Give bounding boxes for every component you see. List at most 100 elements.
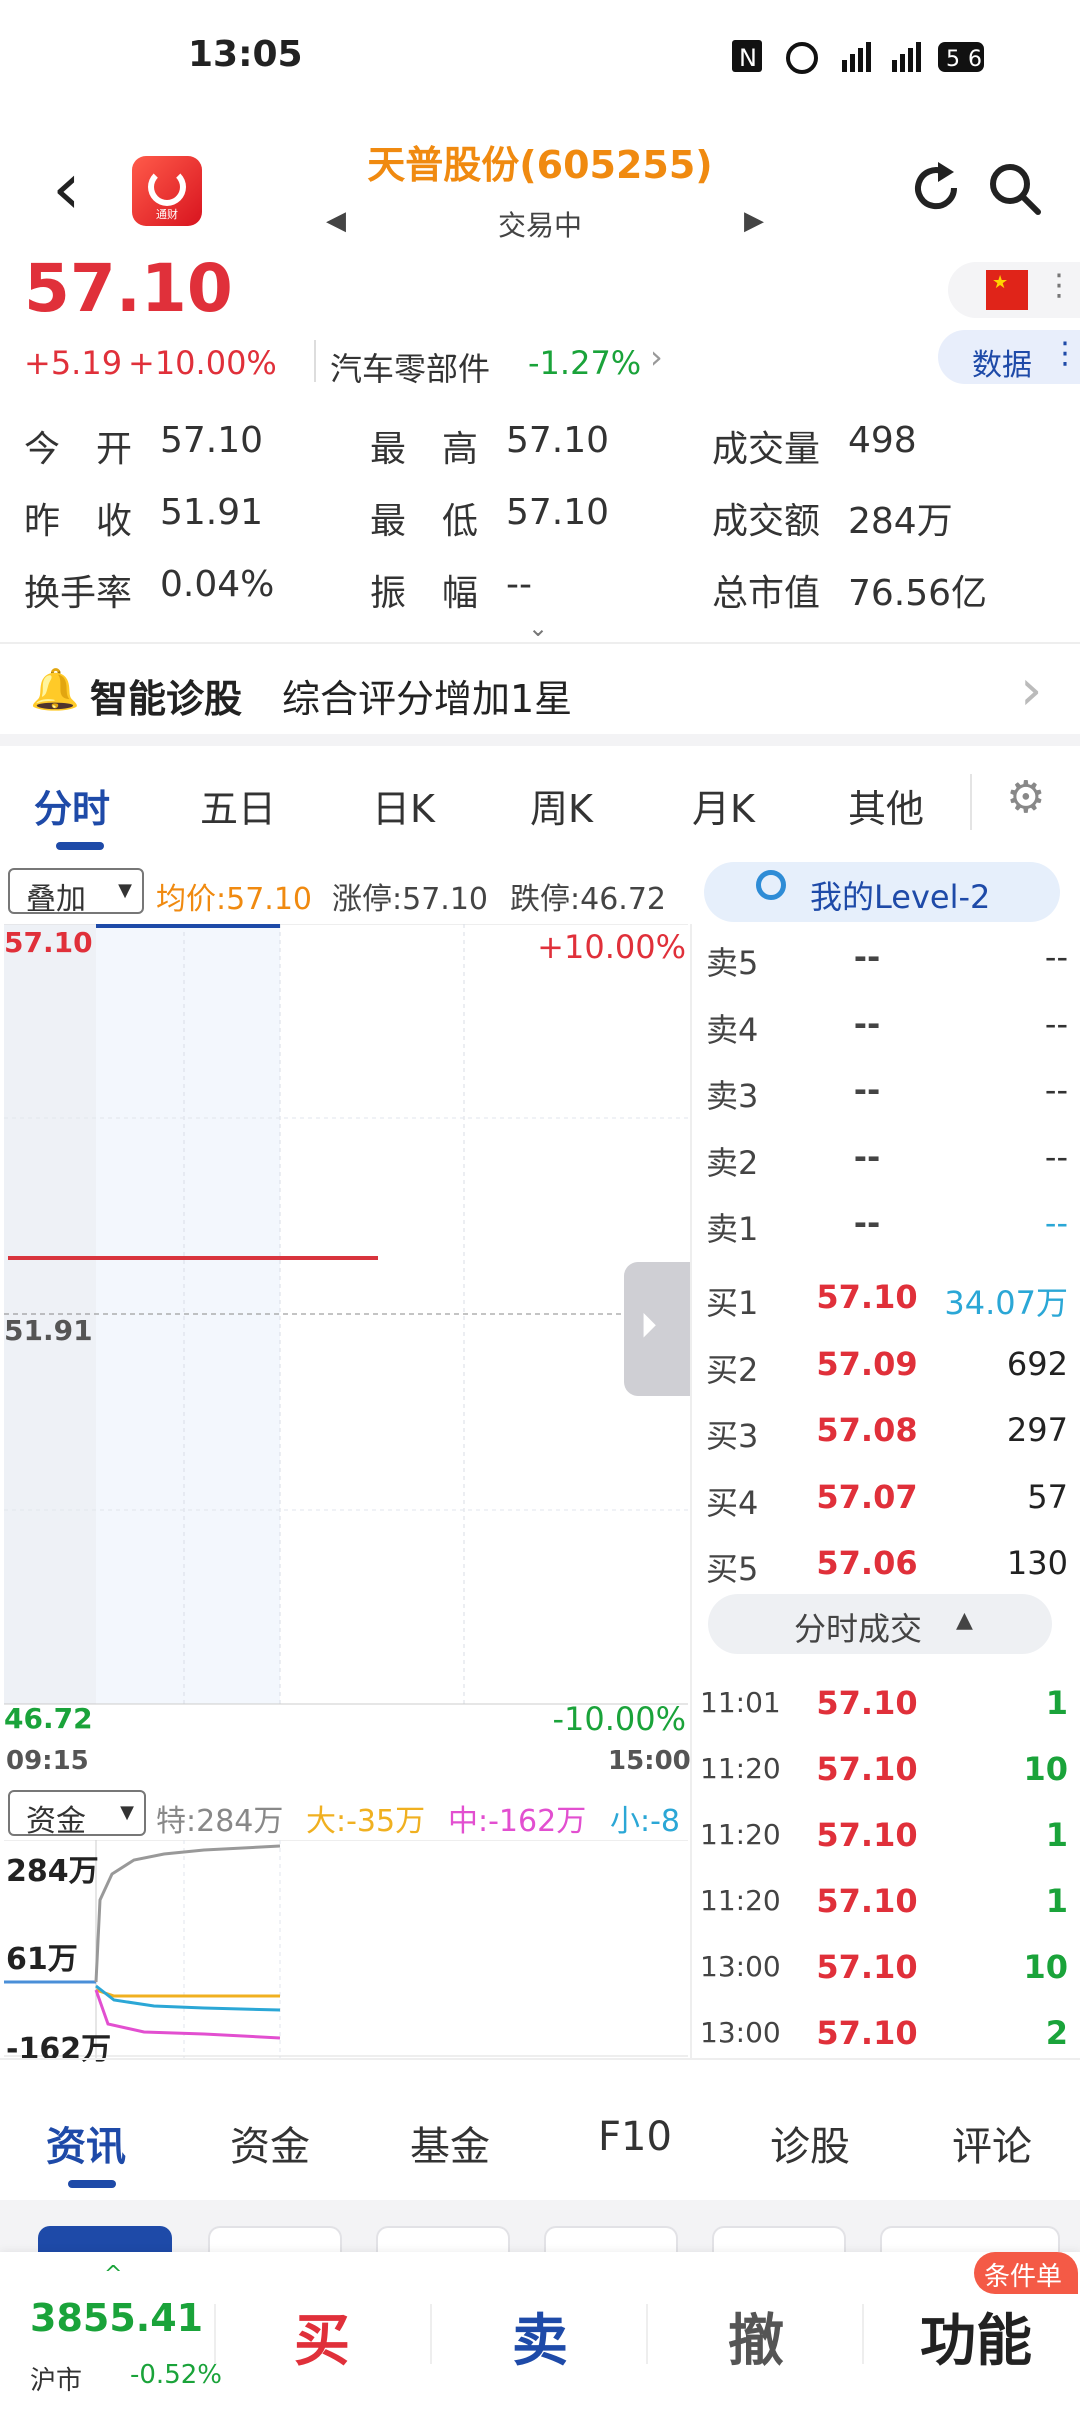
price-axis-low: 46.72 — [4, 1702, 93, 1735]
tab-news[interactable]: 资讯 — [46, 2114, 126, 2172]
trade-volume: 1 — [1045, 1882, 1068, 1920]
level2-icon — [756, 870, 786, 900]
tab-intraday[interactable]: 分时 — [34, 778, 110, 833]
collapse-panel-handle[interactable]: ⏵ — [624, 1262, 690, 1396]
tab-weekly-k[interactable]: 周K — [530, 778, 593, 833]
smart-diagnosis-banner[interactable]: 🔔 智能诊股 综合评分增加1星 › — [0, 650, 1080, 732]
price-axis-mid: 51.91 — [4, 1314, 93, 1347]
tab-funds[interactable]: 资金 — [230, 2114, 310, 2172]
tab-monthly-k[interactable]: 月K — [692, 778, 755, 833]
fund-axis-high: 284万 — [6, 1854, 99, 1889]
next-stock-icon[interactable]: ▶ — [744, 206, 764, 236]
ob-price: 57.07 — [816, 1477, 918, 1516]
ob-level: 卖3 — [706, 1077, 759, 1115]
search-icon[interactable] — [986, 160, 1042, 216]
more-vertical-icon[interactable]: ⋮ — [1044, 268, 1074, 303]
stat-label: 振 幅 — [370, 573, 479, 614]
ask-row[interactable]: 卖5 -- -- — [692, 924, 1080, 990]
stat-label: 最 低 — [370, 501, 479, 542]
data-button[interactable]: 数据 ⋮ — [938, 330, 1080, 384]
ob-price: -- — [853, 938, 881, 976]
conditional-order-badge[interactable]: 条件单 — [974, 2252, 1078, 2294]
back-arrow-icon[interactable]: ‹ — [52, 152, 81, 224]
diagnosis-title: 智能诊股 — [90, 677, 243, 721]
bid-row[interactable]: 买3 57.08 297 — [692, 1397, 1080, 1463]
ob-volume: 130 — [1006, 1544, 1068, 1582]
info-tabs: 资讯 资金 基金 F10 诊股 评论 — [0, 2058, 1080, 2200]
function-button[interactable]: 功能 — [920, 2296, 1032, 2377]
ob-volume: -- — [1044, 938, 1068, 976]
intraday-chart[interactable] — [4, 924, 688, 1736]
stock-title: 天普股份(605255) — [367, 143, 713, 187]
trade-time: 11:20 — [700, 1818, 781, 1851]
status-signal-icon: N 56 — [732, 40, 984, 74]
trade-volume: 1 — [1045, 1816, 1068, 1854]
divider — [970, 774, 972, 830]
sector-link[interactable]: 汽车零部件 — [330, 344, 490, 390]
time-axis-end: 15:00 — [608, 1746, 691, 1776]
index-value[interactable]: 3855.41 — [30, 2296, 203, 2340]
ob-level: 卖1 — [706, 1210, 759, 1248]
tab-f10[interactable]: F10 — [598, 2114, 672, 2160]
caret-up-icon[interactable]: ^ — [104, 2262, 122, 2287]
tab-daily-k[interactable]: 日K — [372, 778, 435, 833]
trade-time: 11:20 — [700, 1752, 781, 1785]
cancel-order-button[interactable]: 撤 — [728, 2296, 784, 2377]
stat-label: 最 高 — [370, 429, 479, 470]
trade-row: 11:20 57.10 1 — [692, 1868, 1080, 1934]
ob-price: -- — [853, 1004, 881, 1043]
refresh-icon[interactable] — [908, 160, 964, 216]
chevron-right-icon[interactable]: › — [650, 338, 663, 376]
status-time: 13:05 — [188, 34, 303, 75]
ask-row[interactable]: 卖2 -- -- — [692, 1124, 1080, 1190]
sell-button[interactable]: 卖 — [512, 2296, 568, 2377]
active-tab-indicator — [68, 2180, 116, 2188]
sector-change[interactable]: -1.27% — [528, 344, 641, 382]
divider — [314, 340, 316, 382]
ob-level: 卖2 — [706, 1143, 759, 1182]
bid-row[interactable]: 买5 57.06 130 — [692, 1530, 1080, 1596]
buy-button[interactable]: 买 — [294, 2296, 350, 2377]
bell-icon: 🔔 — [30, 667, 80, 713]
tab-other[interactable]: 其他 — [848, 778, 924, 833]
ob-volume: -- — [1044, 1004, 1068, 1043]
stat-value: 51.91 — [160, 492, 264, 533]
ob-volume: -- — [1044, 1137, 1068, 1176]
ob-volume: 297 — [1006, 1411, 1068, 1449]
trade-price: 57.10 — [816, 1882, 918, 1920]
section-gap — [0, 734, 1080, 746]
trade-row: 13:00 57.10 10 — [692, 1934, 1080, 2000]
bid-row[interactable]: 买4 57.07 57 — [692, 1464, 1080, 1530]
tab-fund[interactable]: 基金 — [410, 2114, 490, 2172]
active-tab-indicator — [56, 842, 104, 850]
expand-chevron-icon[interactable]: ⌄ — [528, 614, 548, 642]
market-state: 交易中 — [497, 209, 582, 242]
trade-row: 13:00 57.10 2 — [692, 2000, 1080, 2066]
tab-diagnosis[interactable]: 诊股 — [770, 2114, 850, 2172]
bid-row[interactable]: 买1 57.10 34.07万 — [692, 1264, 1080, 1330]
trade-row: 11:20 57.10 10 — [692, 1736, 1080, 1802]
ask-row[interactable]: 卖1 -- -- — [692, 1190, 1080, 1256]
diagnosis-text: 综合评分增加1星 — [282, 677, 573, 721]
ob-volume: 57 — [1027, 1477, 1068, 1516]
fund-dropdown[interactable]: 资金 ▼ — [8, 1790, 146, 1839]
tab-comments[interactable]: 评论 — [952, 2114, 1032, 2172]
ask-row[interactable]: 卖4 -- -- — [692, 991, 1080, 1057]
trade-volume: 1 — [1045, 1684, 1068, 1722]
gear-icon[interactable]: ⚙ — [1006, 772, 1045, 823]
pct-axis-low: -10.00% — [552, 1700, 686, 1738]
ob-price: 57.09 — [816, 1344, 918, 1383]
trade-time: 13:00 — [700, 1950, 781, 1983]
ob-level: 买5 — [706, 1550, 759, 1588]
ask-row[interactable]: 卖3 -- -- — [692, 1057, 1080, 1123]
current-price: 57.10 — [24, 250, 233, 327]
small-flow-line — [95, 1984, 281, 2012]
tab-five-day[interactable]: 五日 — [200, 778, 276, 833]
fund-big: 大:-35万 — [306, 1804, 426, 1839]
divider — [0, 642, 1080, 644]
ob-level: 买1 — [706, 1284, 759, 1322]
trades-toggle[interactable]: 分时成交 ▲ — [708, 1594, 1052, 1654]
overlay-dropdown[interactable]: 叠加 ▼ — [8, 868, 144, 917]
bid-row[interactable]: 买2 57.09 692 — [692, 1331, 1080, 1397]
level2-button[interactable]: 我的Level-2 — [704, 862, 1060, 922]
